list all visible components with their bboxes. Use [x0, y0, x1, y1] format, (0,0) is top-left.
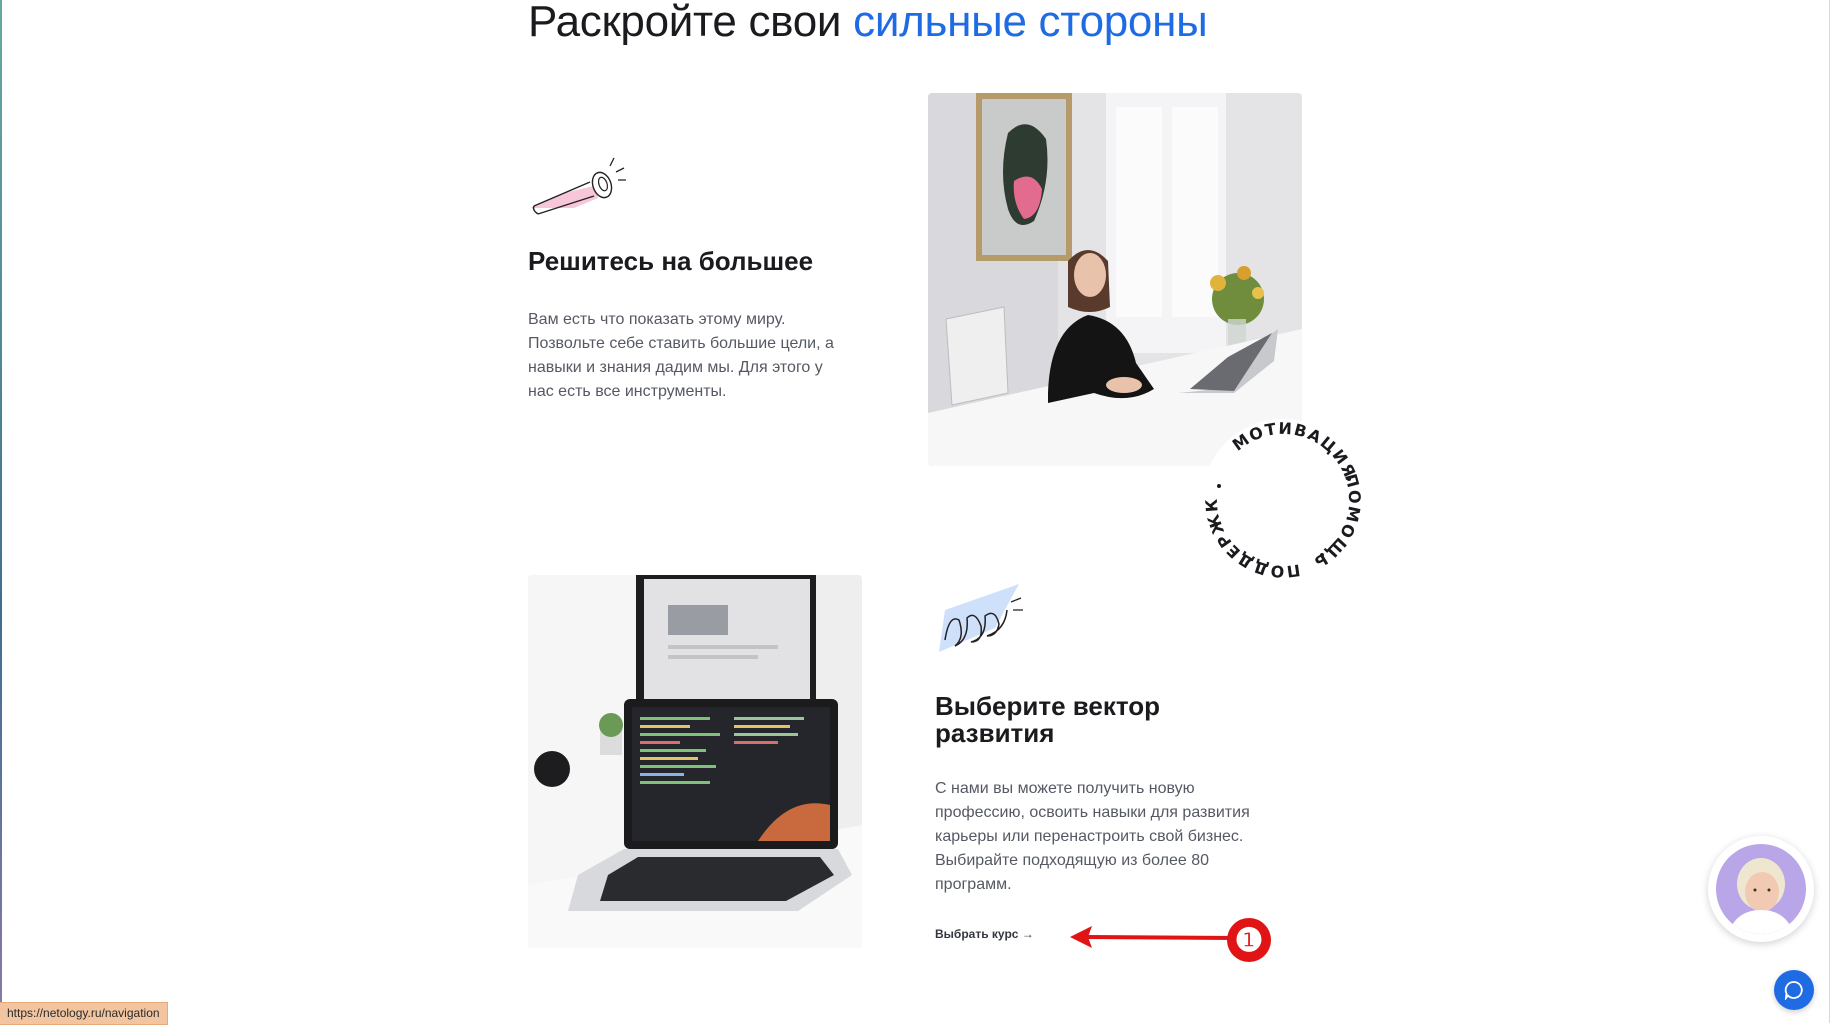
- window-left-edge: [0, 0, 2, 1023]
- chat-icon: [1784, 981, 1803, 1000]
- section-heading: Раскройте свои сильные стороны: [528, 0, 1208, 46]
- laptop-with-code-photo: [528, 575, 862, 948]
- motivation-badge: МОТИВАЦИЯ ПОМОЩЬ ПОДДЕРЖКА: [1196, 413, 1364, 581]
- consultant-avatar: [1716, 844, 1806, 934]
- heading-text: Раскройте свои: [528, 0, 854, 46]
- annotation-number: ❶: [1227, 918, 1271, 962]
- heading-accent: сильные стороны: [853, 0, 1208, 46]
- card-text-vector: С нами вы можете получить новую професси…: [935, 780, 1250, 893]
- chat-button[interactable]: [1774, 970, 1814, 1010]
- card-text-bigger: Вам есть что показать этому миру. Позвол…: [528, 311, 834, 400]
- card-title-bigger: Решитесь на большее: [528, 246, 814, 276]
- telescope-icon: [530, 157, 626, 215]
- status-bar-url: https://netology.ru/navigation: [0, 1002, 168, 1025]
- consultant-widget[interactable]: [1708, 836, 1814, 942]
- card-title-vector: Выберите вектор развития: [935, 691, 1161, 748]
- scribble-icon: [939, 584, 1023, 652]
- woman-at-desk-photo: [928, 93, 1302, 466]
- choose-course-link[interactable]: Выбрать курс →: [935, 927, 1034, 941]
